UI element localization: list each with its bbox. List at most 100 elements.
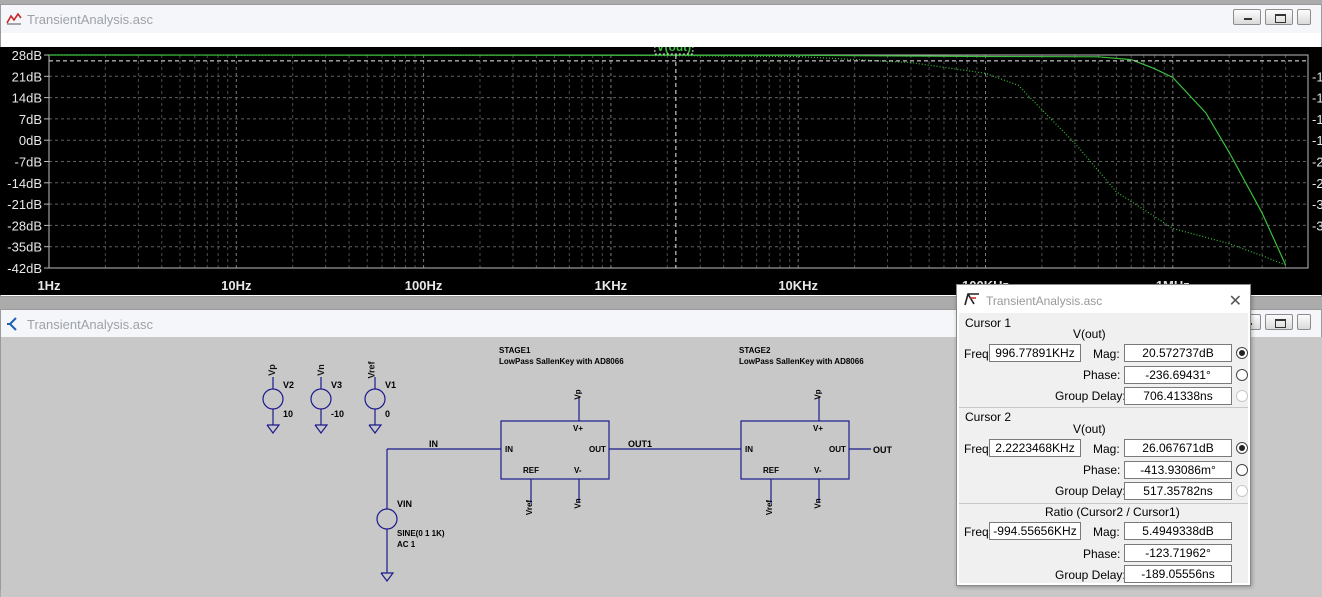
stage1-net-vp: Vp [573,389,583,400]
stage1-pin-ref: REF [523,466,539,475]
x-tick-label: 10Hz [221,278,252,293]
stage1-name: STAGE1 [499,346,531,355]
right-tick-label: -1 [1312,69,1322,84]
divider [959,407,1248,408]
cursor2-mag-label: Mag: [1093,442,1120,456]
stage2-pin-vplus: V+ [813,424,824,433]
cursor-dialog: TransientAnalysis.asc ✕ Cursor 1 V(out) … [956,284,1251,586]
y-tick-label: 21dB [12,69,42,84]
source-name-v2: V2 [283,380,295,390]
stage2-pin-vminus: V- [814,466,822,475]
cursor2-trace: V(out) [1073,422,1106,436]
ratio-freq-value: -994.55656KHz [989,522,1081,540]
source-value-v1: 0 [385,409,391,419]
bode-plot[interactable]: 28dB 21dB 14dB 7dB 0dB -7dB -14dB -21dB -28dB -35… [0,39,1322,295]
cursor2-gd-radio[interactable] [1236,485,1248,497]
y-tick-label: -35dB [7,240,42,255]
x-tick-label: 10KHz [778,278,818,293]
right-tick-label: -3 [1312,218,1322,233]
cursor1-gd-radio[interactable] [1236,390,1248,402]
right-tick-label: -2 [1312,155,1322,170]
stage2-net-vn: Vn [813,498,823,509]
cursor-dialog-body: Cursor 1 V(out) Freq: 996.77891KHz Mag: … [959,313,1248,583]
close-icon[interactable]: ✕ [1229,291,1242,311]
stage2-net-vref: Vref [765,499,775,516]
stage1-pin-vplus: V+ [573,424,584,433]
cursor1-trace: V(out) [1073,327,1106,341]
stage2-pin-in: IN [745,445,753,454]
net-label-out: OUT [873,445,892,455]
cursor2-freq-label: Freq: [964,442,993,456]
cursor1-mag-value: 20.572737dB [1124,344,1232,362]
stage2-description: LowPass SallenKey with AD8066 [739,357,864,366]
y-tick-label: -42dB [7,261,42,276]
cursor2-phase-radio[interactable] [1236,464,1248,476]
source-name-vin: VIN [397,499,413,509]
x-tick-label: 1KHz [595,278,628,293]
bode-plot-svg: 28dB 21dB 14dB 7dB 0dB -7dB -14dB -21dB -28dB -35… [7,39,1322,293]
cursor1-phase-label: Phase: [1083,368,1121,382]
right-tick-label: -1 [1312,91,1322,106]
restore-button[interactable] [1265,314,1293,330]
right-tick-label: -1 [1312,133,1322,148]
y-tick-label: -28dB [7,218,42,233]
cursor2-phase-value: -413.93086m° [1124,461,1232,479]
ratio-mag-label: Mag: [1093,525,1120,539]
divider [959,503,1248,504]
cursor2-gd-value: 517.35782ns [1124,482,1232,500]
cursor1-heading: Cursor 1 [965,316,1012,330]
net-label-vp: Vp [266,364,277,376]
voltage-source-v2 [262,377,284,434]
right-tick-label: -1 [1312,112,1322,127]
right-tick-label: -2 [1312,176,1322,191]
source-name-v3: V3 [331,380,343,390]
y-tick-label: -7dB [15,155,42,170]
restore-icon [1275,319,1286,328]
x-tick-label: 1Hz [37,278,61,293]
source-value-vin: SINE(0 1 1K) [397,529,445,538]
voltage-source-v1 [364,377,386,434]
stage1-description: LowPass SallenKey with AD8066 [499,357,624,366]
ratio-phase-value: -123.71962° [1124,544,1232,562]
schematic-icon [6,316,20,337]
ratio-gd-value: -189.05556ns [1124,565,1232,583]
plot-window-titlebar[interactable]: TransientAnalysis.asc [1,5,1321,33]
schematic-window-title: TransientAnalysis.asc [27,317,153,332]
cursor1-mag-radio[interactable] [1236,347,1248,359]
net-label-vn: Vn [315,364,326,376]
ratio-heading: Ratio (Cursor2 / Cursor1) [1045,505,1180,519]
y-tick-label: 14dB [12,91,42,106]
cursor2-heading: Cursor 2 [965,410,1012,424]
restore-button[interactable] [1265,9,1293,25]
y-tick-label: 7dB [19,112,42,127]
cursor1-freq-field[interactable]: 996.77891KHz [989,344,1081,362]
cursor2-mag-radio[interactable] [1236,442,1248,454]
cursor2-freq-field[interactable]: 2.2223468KHz [989,439,1081,457]
right-tick-label: -3 [1312,197,1322,212]
stage1-net-vref: Vref [525,499,535,516]
ratio-freq-label: Freq: [964,525,993,539]
plot-window-title: TransientAnalysis.asc [27,12,153,27]
minimize-button[interactable] [1233,9,1261,25]
cursor1-gd-value: 706.41338ns [1124,387,1232,405]
y-tick-label: -21dB [7,197,42,212]
close-button[interactable] [1297,9,1311,25]
cursor1-phase-radio[interactable] [1236,369,1248,381]
cursor2-mag-value: 26.067671dB [1124,439,1232,457]
ratio-gd-label: Group Delay: [1055,568,1126,582]
stage2-name: STAGE2 [739,346,771,355]
stage2-pin-ref: REF [763,466,779,475]
stage1-net-vn: Vn [573,498,583,509]
net-label-vref: Vref [366,361,377,379]
cursor-dialog-title: TransientAnalysis.asc [986,294,1103,308]
cursor1-mag-label: Mag: [1093,347,1120,361]
stage2-net-vp: Vp [813,389,823,400]
close-button[interactable] [1297,314,1311,330]
source-ac-vin: AC 1 [397,540,416,549]
stage1-pin-in: IN [505,445,513,454]
y-tick-label: 28dB [12,48,42,63]
source-value-v2: 10 [283,409,294,419]
y-tick-label: 0dB [19,133,42,148]
voltage-source-vin [376,449,398,582]
ratio-phase-label: Phase: [1083,547,1121,561]
